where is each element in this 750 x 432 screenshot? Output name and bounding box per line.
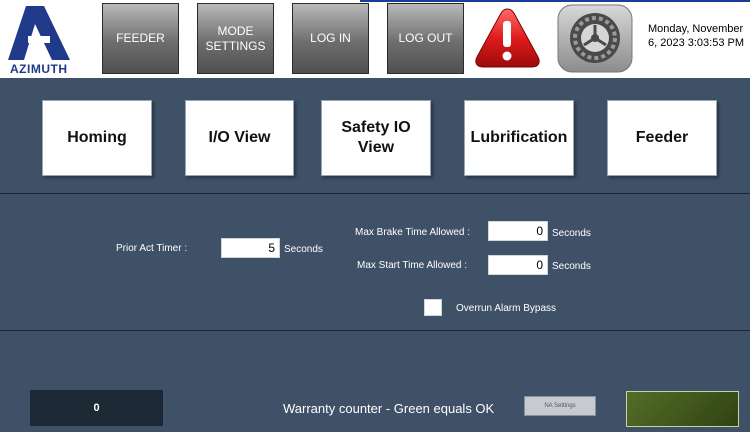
max-brake-time-input[interactable]: 0 bbox=[488, 221, 548, 241]
warranty-status-indicator bbox=[626, 391, 739, 427]
feeder-button[interactable]: Feeder bbox=[607, 100, 717, 176]
header-accent-line bbox=[360, 0, 750, 2]
prior-act-timer-label: Prior Act Timer : bbox=[116, 243, 188, 254]
homing-button[interactable]: Homing bbox=[42, 100, 152, 176]
safety-io-view-button[interactable]: Safety IO View bbox=[321, 100, 431, 176]
azimuth-logo: AZIMUTH bbox=[4, 2, 76, 76]
warranty-counter-display: 0 bbox=[30, 390, 163, 426]
date-time-display: Monday, November 6, 2023 3:03:53 PM bbox=[648, 22, 750, 50]
lubrication-button[interactable]: Lubrification bbox=[464, 100, 574, 176]
logo-text: AZIMUTH bbox=[10, 62, 68, 76]
mode-settings-button[interactable]: MODE SETTINGS bbox=[197, 3, 274, 74]
max-brake-time-label: Max Brake Time Allowed : bbox=[355, 227, 471, 238]
io-view-button[interactable]: I/O View bbox=[185, 100, 294, 176]
feeder-top-button[interactable]: FEEDER bbox=[102, 3, 179, 74]
divider-top bbox=[0, 193, 750, 194]
na-settings-button[interactable]: NA Settings bbox=[524, 396, 596, 416]
max-brake-time-unit: Seconds bbox=[552, 228, 591, 239]
alarm-icon[interactable] bbox=[470, 3, 545, 74]
log-out-button[interactable]: LOG OUT bbox=[387, 3, 464, 74]
overrun-alarm-bypass-label: Overrun Alarm Bypass bbox=[456, 303, 557, 314]
max-start-time-label: Max Start Time Allowed : bbox=[357, 260, 468, 271]
overrun-alarm-bypass-checkbox[interactable] bbox=[424, 299, 442, 316]
gear-icon[interactable] bbox=[556, 3, 634, 74]
date-line-2: 6, 2023 3:03:53 PM bbox=[648, 37, 745, 49]
prior-act-timer-unit: Seconds bbox=[284, 244, 323, 255]
max-start-time-input[interactable]: 0 bbox=[488, 255, 548, 275]
log-in-button[interactable]: LOG IN bbox=[292, 3, 369, 74]
divider-bottom bbox=[0, 330, 750, 331]
warranty-counter-label: Warranty counter - Green equals OK bbox=[283, 401, 495, 416]
max-start-time-unit: Seconds bbox=[552, 261, 591, 272]
date-line-1: Monday, November bbox=[648, 23, 744, 35]
warranty-counter-value: 0 bbox=[93, 402, 100, 414]
prior-act-timer-input[interactable]: 5 bbox=[221, 238, 280, 258]
header-bar: AZIMUTH FEEDER MODE SETTINGS LOG IN LOG … bbox=[0, 0, 750, 78]
